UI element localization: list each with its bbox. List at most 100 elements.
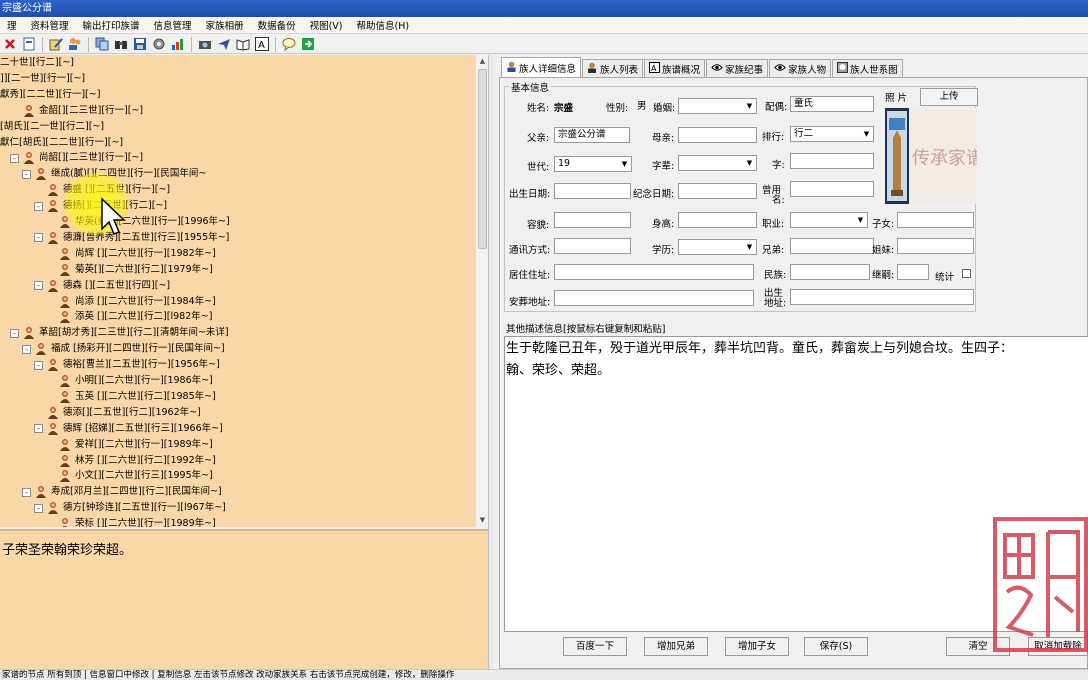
camera-icon[interactable] <box>197 36 213 52</box>
succession-input[interactable] <box>897 264 929 280</box>
copy-icon[interactable] <box>94 36 110 52</box>
menu-item[interactable]: 家族相册 <box>199 18 251 32</box>
tab-5[interactable]: 族人世系图 <box>832 59 903 77</box>
menu-item[interactable]: 理 <box>0 18 24 32</box>
send-icon[interactable] <box>216 36 232 52</box>
menu-item[interactable]: 信息管理 <box>147 18 199 32</box>
brothers-input[interactable] <box>790 238 874 254</box>
education-select[interactable]: ▼ <box>678 239 757 255</box>
marital-select[interactable]: ▼ <box>678 98 757 114</box>
font-icon[interactable]: A <box>254 36 270 52</box>
collapse-toggle-icon[interactable]: - <box>34 233 43 243</box>
tree-node[interactable]: - 德辉 [招娣][二五世][行三][1966年~] <box>34 421 223 437</box>
sisters-input[interactable] <box>897 238 974 254</box>
father-input[interactable]: 宗盛公分谱 <box>554 127 630 143</box>
tree-node[interactable]: 尚辉 [][二六世][行一][1982年~] <box>46 246 216 262</box>
stats-checkbox[interactable] <box>962 269 971 278</box>
contact-input[interactable] <box>554 238 631 254</box>
collapse-toggle-icon[interactable]: - <box>22 487 31 497</box>
chart-icon[interactable] <box>170 36 186 52</box>
add-child-button[interactable]: 增加子女 <box>725 637 789 656</box>
tree-node[interactable]: - 寿成[邓月兰][二四世][行二][民国年间~] <box>22 484 222 500</box>
family-tree[interactable]: 二十世][行二][~]]][二一世][行一][~] 獻秀][二二世][行一][~]… <box>0 55 475 527</box>
tree-node[interactable]: 德添[][二五世][行二][1962年~] <box>34 405 201 421</box>
ethnic-input[interactable] <box>790 264 870 280</box>
scroll-thumb[interactable] <box>478 69 487 249</box>
collapse-toggle-icon[interactable]: - <box>34 281 43 291</box>
collapse-toggle-icon[interactable]: - <box>10 328 19 338</box>
tree-node[interactable]: 菊英[][二六世][行二][1979年~] <box>46 262 213 278</box>
close-icon[interactable] <box>2 36 18 52</box>
menu-item[interactable]: 帮助信息(H) <box>350 18 417 32</box>
save-button[interactable]: 保存(S) <box>804 637 868 656</box>
birthplace-input[interactable] <box>790 289 974 305</box>
collapse-toggle-icon[interactable]: - <box>34 503 43 513</box>
menu-item[interactable]: 数据备份 <box>251 18 303 32</box>
upload-button[interactable]: 上传 <box>920 88 978 106</box>
height-input[interactable] <box>678 212 757 228</box>
memorial-date-input[interactable] <box>678 183 757 199</box>
spouse-input[interactable]: 童氏 <box>790 96 874 112</box>
collapse-toggle-icon[interactable]: - <box>34 424 43 434</box>
tab-1[interactable]: 族人列表 <box>582 59 644 77</box>
tab-4[interactable]: 家族人物 <box>769 59 832 77</box>
birth-date-input[interactable] <box>554 183 631 199</box>
tree-node[interactable]: 荣标 [][二六世][行一][1989年~] <box>46 516 216 527</box>
zibei-select[interactable]: ▼ <box>678 155 757 171</box>
tree-node[interactable]: 尚添 [][二六世][行一][1984年~] <box>46 294 216 310</box>
generation-select[interactable]: 19 ▼ <box>554 156 632 172</box>
tree-node[interactable]: 爱祥[][二六世][行一][1989年~] <box>46 437 213 453</box>
tree-node[interactable]: 金韶[][二三世][行一][~] <box>10 103 143 119</box>
photo-image[interactable]: 传承家谱 <box>885 108 977 204</box>
users-icon[interactable] <box>67 36 83 52</box>
new-icon[interactable] <box>21 36 37 52</box>
menu-item[interactable]: 资料管理 <box>24 18 76 32</box>
tree-node[interactable]: 二十世][行二][~] <box>0 55 74 71</box>
tree-node[interactable]: 獻秀][二二世][行一][~] <box>0 87 100 103</box>
menu-item[interactable]: 视图(V) <box>303 18 350 32</box>
collapse-toggle-icon[interactable]: - <box>34 201 43 211</box>
mother-input[interactable] <box>678 127 757 143</box>
tree-node[interactable]: 玉英 [][二六世][行二][1985年~] <box>46 389 216 405</box>
children-input[interactable] <box>897 212 974 228</box>
exit-icon[interactable] <box>300 36 316 52</box>
tree-node[interactable]: 小文[][二六世][行三][1995年~] <box>46 468 213 484</box>
book-icon[interactable] <box>235 36 251 52</box>
address-input[interactable] <box>554 264 754 280</box>
tree-node[interactable]: - 福成 [扬彩开][二四世][行一][民国年间~] <box>22 341 225 357</box>
burial-address-input[interactable] <box>554 290 754 306</box>
help-icon[interactable] <box>281 36 297 52</box>
binoculars-icon[interactable] <box>113 36 129 52</box>
menu-item[interactable]: 输出打印族谱 <box>76 18 147 32</box>
tree-node[interactable]: - 德裕[曹兰][二五世][行一][1956年~] <box>34 357 220 373</box>
tree-node[interactable]: - 德森 [][二五世][行四][~] <box>34 278 170 294</box>
collapse-toggle-icon[interactable]: - <box>22 344 31 354</box>
tree-node[interactable]: - 德濂[曾养秀][二五世][行三][1955年~] <box>34 230 229 246</box>
collapse-toggle-icon[interactable]: - <box>22 169 31 179</box>
tree-node[interactable]: - 德方[钟珍连][二五世][行一][l967年~] <box>34 500 226 516</box>
courtesy-name-input[interactable] <box>790 153 874 169</box>
appearance-input[interactable] <box>554 212 631 228</box>
tree-node[interactable]: [胡氏][二一世][行二][~] <box>0 119 104 135</box>
tab-0[interactable]: 族人详细信息 <box>501 57 582 77</box>
edit-icon[interactable] <box>48 36 64 52</box>
baidu-search-button[interactable]: 百度一下 <box>563 637 627 656</box>
tree-node[interactable]: - 尚韶[][二三世][行一][~] <box>10 150 143 166</box>
tab-2[interactable]: A 族谱概况 <box>644 59 706 77</box>
tab-3[interactable]: 家族纪事 <box>706 59 769 77</box>
save-icon[interactable] <box>132 36 148 52</box>
tree-node[interactable]: 獻仁[胡氏][二二世][行一][~] <box>0 135 123 151</box>
add-brother-button[interactable]: 增加兄弟 <box>644 637 708 656</box>
tree-node[interactable]: ]][二一世][行一][~] <box>0 71 85 87</box>
former-name-input[interactable] <box>790 181 874 197</box>
collapse-toggle-icon[interactable]: - <box>34 360 43 370</box>
tree-scrollbar[interactable]: ▲ ▼ <box>475 55 488 527</box>
tree-node[interactable]: 林芳 [][二六世][行二][1992年~] <box>46 453 216 469</box>
job-select[interactable]: ▼ <box>790 212 868 228</box>
collapse-toggle-icon[interactable]: - <box>10 153 19 163</box>
rank-select[interactable]: 行二 ▼ <box>790 126 874 142</box>
tree-node[interactable]: 小明[][二六世][行一][1986年~] <box>46 373 213 389</box>
tree-node[interactable]: - 革韶[胡才秀][二三世][行二][清朝年间~未详] <box>10 325 229 341</box>
settings-icon[interactable] <box>151 36 167 52</box>
tree-node[interactable]: 添英 [][二六世][行二][l982年~] <box>46 309 212 325</box>
